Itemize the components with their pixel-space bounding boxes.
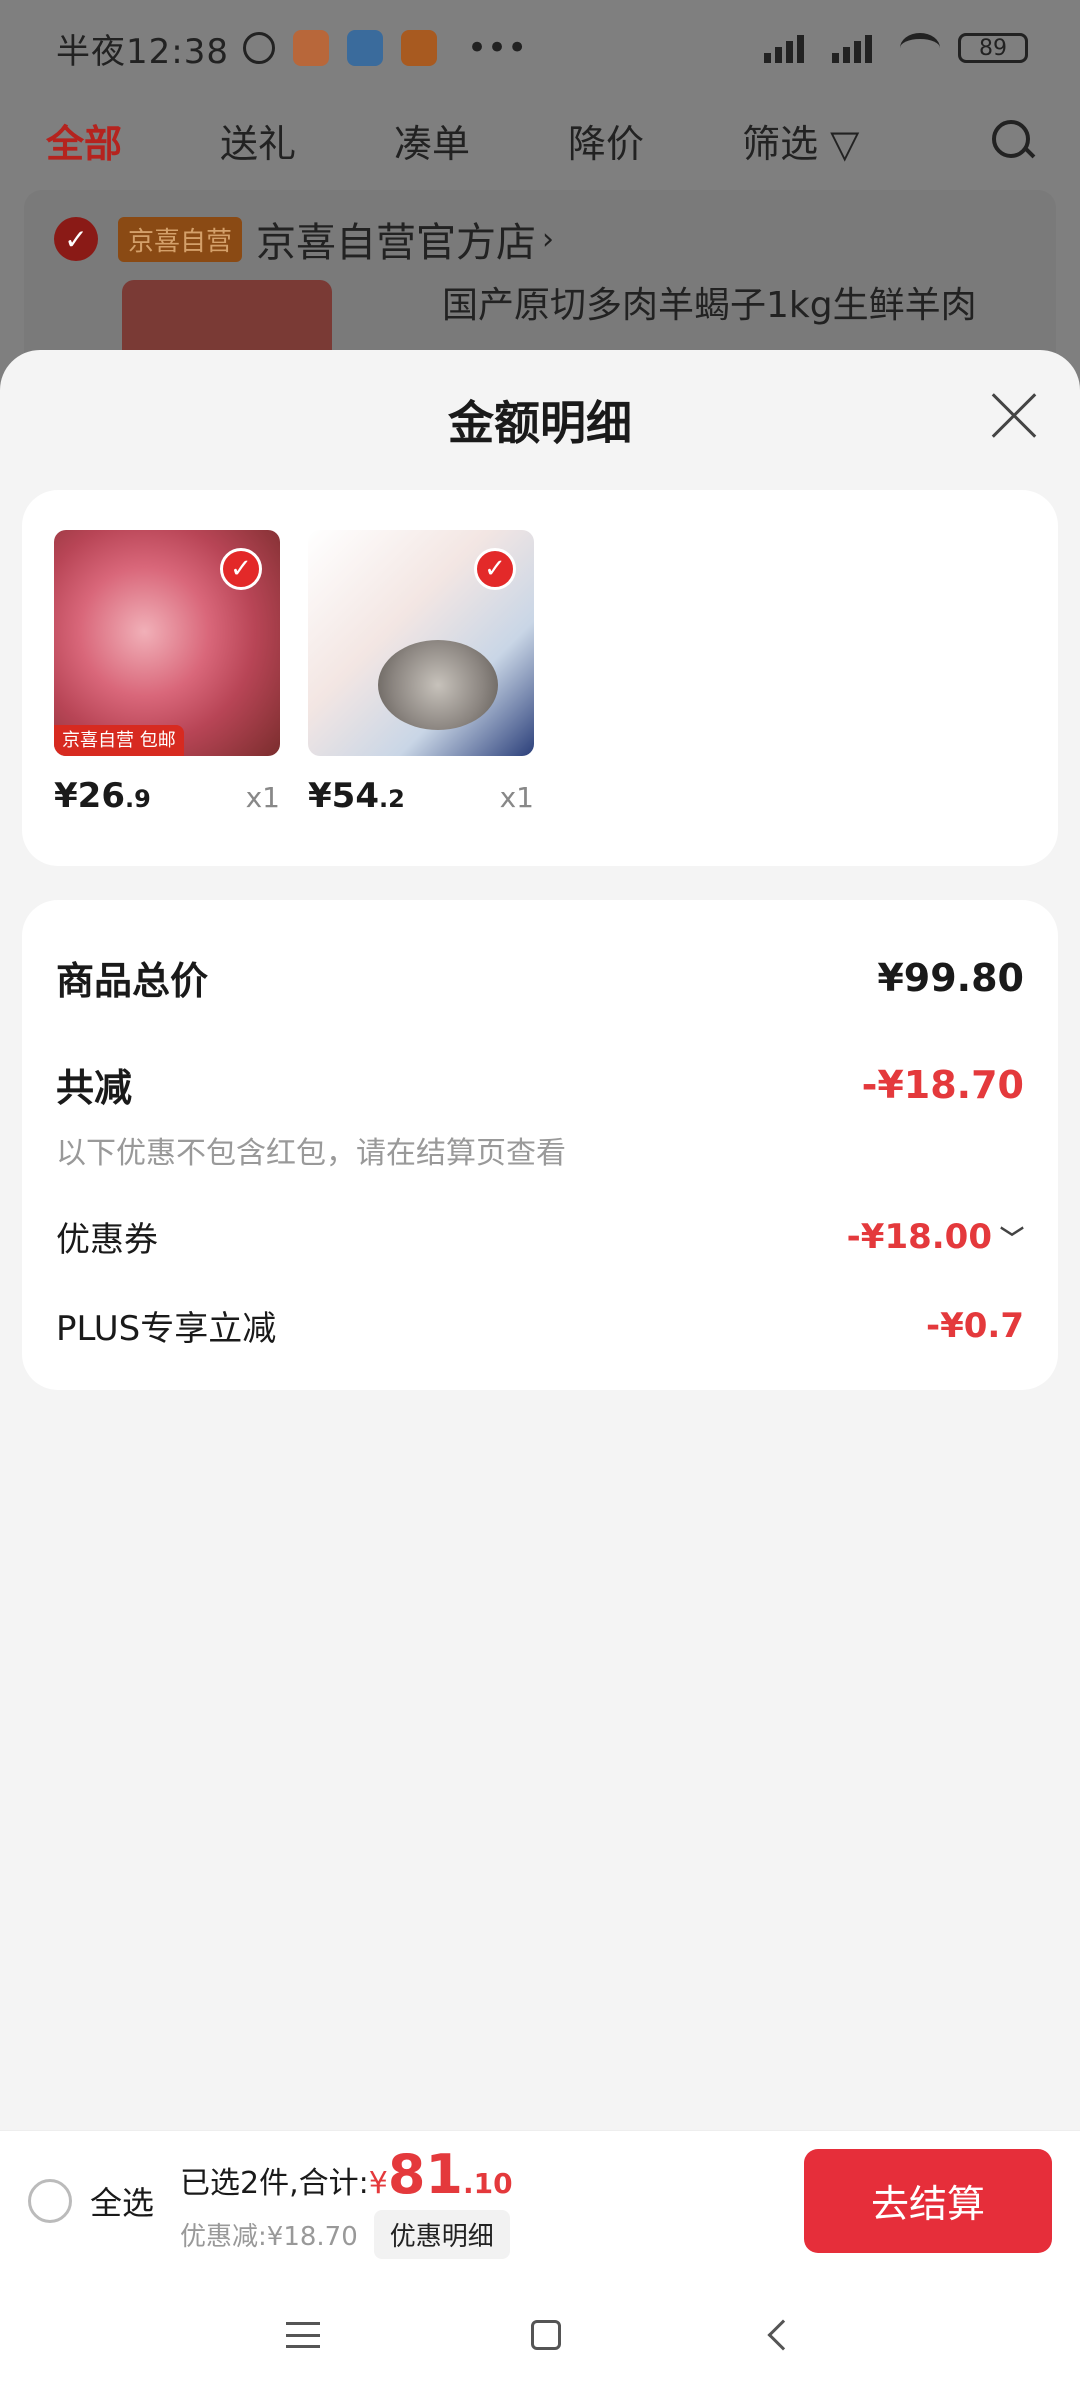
discount-text: 优惠减:¥18.70 (180, 2221, 358, 2252)
tab-all[interactable]: 全部 (46, 113, 122, 168)
coupon-label: 优惠券 (56, 1220, 158, 1260)
product-qty: x1 (245, 781, 280, 814)
status-bar: 半夜12:38 ••• 89 (0, 0, 1080, 96)
system-nav-bar (0, 2270, 1080, 2400)
filter-label: 筛选 (742, 121, 819, 166)
reduce-value: -¥18.70 (861, 1062, 1024, 1107)
store-product-title[interactable]: 国产原切多肉羊蝎子1kg生鲜羊肉 (442, 276, 977, 328)
totals: 已选2件,合计: ¥ 81 .10 优惠减:¥18.70 优惠明细 (180, 2143, 513, 2259)
price-dec: .2 (378, 785, 405, 813)
total-yen: ¥ (368, 2165, 388, 2201)
mi-icon (400, 30, 437, 66)
reduce-label: 共减 (56, 1066, 133, 1110)
alarm-icon (242, 32, 275, 64)
discount-note: 以下优惠不包含红包，请在结算页查看 (56, 1136, 566, 1171)
sheet-header: 金额明细 (0, 350, 1080, 490)
total-value: ¥99.80 (877, 955, 1024, 1000)
filter-icon: ▽ (830, 121, 860, 166)
coupon-row[interactable]: 优惠券 -¥18.00 ﹀ (56, 1212, 1024, 1261)
store-check-icon[interactable]: ✓ (54, 217, 98, 261)
search-icon[interactable] (990, 118, 1034, 162)
coupon-value-wrap: -¥18.00 ﹀ (847, 1217, 1024, 1257)
product-item[interactable]: ✓ 京喜自营 包邮 ¥26.9 x1 (54, 530, 280, 826)
weibo-icon (292, 30, 329, 66)
price-int: ¥26 (54, 776, 125, 816)
selected-label: 已选2件,合计: (180, 2165, 369, 2201)
total-amount-int: 81 (387, 2142, 463, 2206)
store-name[interactable]: 京喜自营官方店 (256, 210, 536, 268)
selected-products: ✓ 京喜自营 包邮 ¥26.9 x1 ✓ ¥54.2 x1 (22, 490, 1058, 866)
wifi-icon (900, 33, 940, 63)
plus-label: PLUS专享立减 (56, 1309, 277, 1349)
battery-level: 89 (979, 35, 1007, 61)
top-tabs: 全部 送礼 凑单 降价 筛选 ▽ (0, 100, 1080, 180)
tab-price-drop[interactable]: 降价 (568, 113, 644, 168)
price-dec: .9 (124, 785, 151, 813)
home-icon[interactable] (530, 2320, 561, 2350)
tab-filter[interactable]: 筛选 ▽ (742, 113, 859, 168)
check-icon[interactable]: ✓ (474, 548, 516, 590)
checkout-bar: 全选 已选2件,合计: ¥ 81 .10 优惠减:¥18.70 优惠明细 去结算 (0, 2130, 1080, 2270)
store-tag: 京喜自营 (118, 216, 243, 262)
detail-button[interactable]: 优惠明细 (373, 2209, 510, 2259)
checkout-button[interactable]: 去结算 (804, 2148, 1052, 2253)
signal-icon-2 (832, 33, 882, 63)
plus-value: -¥0.7 (926, 1305, 1024, 1346)
status-time: 半夜12:38 (56, 31, 229, 72)
battery-icon: 89 (958, 33, 1028, 63)
select-all-radio[interactable] (28, 2178, 72, 2223)
total-label: 商品总价 (56, 959, 209, 1003)
check-icon[interactable]: ✓ (220, 548, 262, 590)
app-icon (346, 30, 383, 66)
product-price: ¥54.2 (308, 776, 405, 816)
price-summary: 商品总价 ¥99.80 共减 -¥18.70 以下优惠不包含红包，请在结算页查看… (22, 900, 1058, 1390)
coupon-value: -¥18.00 (846, 1216, 992, 1257)
close-icon[interactable] (984, 388, 1040, 444)
plus-row: PLUS专享立减 -¥0.7 (56, 1301, 1024, 1350)
menu-icon[interactable] (285, 2322, 320, 2348)
product-price: ¥26.9 (54, 776, 151, 816)
shrimp-shape (378, 640, 498, 730)
price-int: ¥54 (308, 776, 379, 816)
product-image-shrimp: ✓ (308, 530, 534, 756)
product-qty: x1 (499, 781, 534, 814)
sheet-title: 金额明细 (448, 396, 632, 450)
amount-detail-sheet: 金额明细 ✓ 京喜自营 包邮 ¥26.9 x1 ✓ ¥54.2 x1 商品总价 … (0, 350, 1080, 2130)
signal-icon (764, 33, 814, 63)
more-dots-icon: ••• (466, 28, 528, 68)
tab-gift[interactable]: 送礼 (220, 113, 296, 168)
chevron-right-icon: › (542, 221, 555, 257)
product-item[interactable]: ✓ ¥54.2 x1 (308, 530, 534, 826)
product-image-lamb: ✓ 京喜自营 包邮 (54, 530, 280, 756)
chevron-down-icon[interactable]: ﹀ (1000, 1219, 1024, 1254)
product-tag: 京喜自营 包邮 (54, 724, 184, 756)
total-amount-dec: .10 (463, 2166, 513, 2200)
tab-bundle[interactable]: 凑单 (394, 113, 470, 168)
back-icon[interactable] (767, 2319, 799, 2351)
select-all-label[interactable]: 全选 (90, 2178, 154, 2224)
